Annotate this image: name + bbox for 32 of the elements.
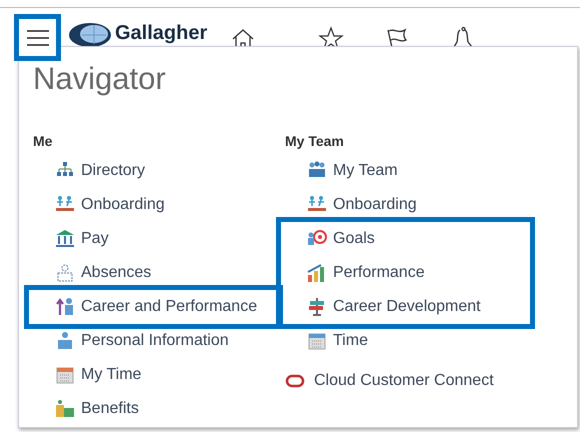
section-heading: My Team bbox=[285, 133, 345, 149]
nav-link[interactable]: Onboarding bbox=[333, 196, 417, 214]
person-icon bbox=[55, 331, 75, 351]
nav-link[interactable]: Benefits bbox=[81, 400, 139, 418]
nav-link[interactable]: Absences bbox=[81, 264, 152, 282]
nav-link[interactable]: Goals bbox=[333, 230, 375, 248]
bar-chart-icon bbox=[307, 263, 327, 283]
nav-link[interactable]: Career Development bbox=[333, 298, 481, 316]
logo-text: Gallagher bbox=[115, 21, 208, 45]
nav-link[interactable]: Onboarding bbox=[81, 196, 165, 214]
nav-link[interactable]: Career and Performance bbox=[81, 298, 258, 316]
nav-link[interactable]: Performance bbox=[333, 264, 425, 282]
nav-link[interactable]: Pay bbox=[81, 230, 109, 248]
nav-link[interactable]: Directory bbox=[81, 162, 146, 180]
section-heading: Me bbox=[33, 133, 54, 149]
cloud-link-icon bbox=[285, 374, 305, 388]
boxes-icon bbox=[55, 399, 75, 419]
dashed-person-icon bbox=[55, 263, 75, 283]
menu-icon bbox=[26, 30, 48, 46]
nav-link[interactable]: Cloud Customer Connect bbox=[314, 372, 494, 390]
nav-link[interactable]: My Team bbox=[333, 162, 398, 180]
panel-title: Navigator bbox=[33, 61, 167, 97]
nav-link[interactable]: Personal Information bbox=[81, 332, 229, 350]
calendar-icon bbox=[55, 365, 75, 385]
nav-link[interactable]: My Time bbox=[81, 366, 142, 384]
people-arrow-icon bbox=[55, 297, 75, 317]
globe-logo-icon bbox=[68, 22, 112, 48]
calendar-icon bbox=[307, 331, 327, 351]
menu-button[interactable] bbox=[14, 14, 61, 61]
bank-icon bbox=[55, 229, 75, 249]
signpost-icon bbox=[307, 297, 327, 317]
nav-link[interactable]: Time bbox=[333, 332, 368, 350]
